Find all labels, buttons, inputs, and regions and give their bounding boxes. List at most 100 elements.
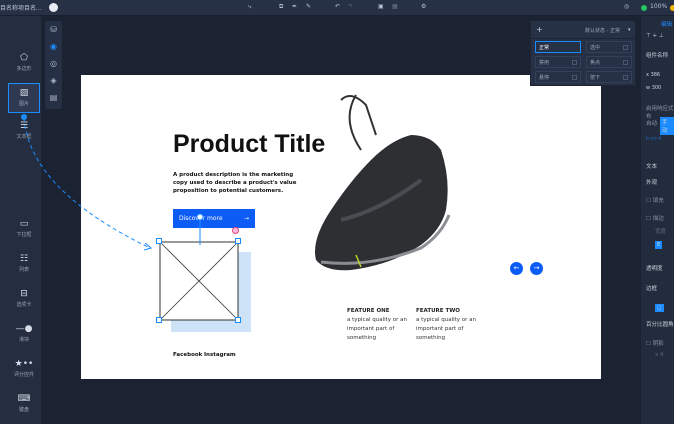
align-icons[interactable]: ⊤ + ⊥	[646, 33, 664, 39]
dropdown-icon: ▭	[19, 219, 29, 229]
pentagon-icon: ⬠	[20, 53, 28, 63]
fill-option[interactable]: ☐ 填充	[646, 196, 664, 204]
pencil-icon[interactable]: ✎	[306, 3, 311, 10]
auto-button[interactable]: 自动	[646, 119, 657, 127]
widget-image[interactable]: ▨ 图片	[8, 83, 40, 113]
rating-icon: ★••	[14, 359, 34, 369]
shadow-option[interactable]: ☐ 阴影	[646, 339, 664, 347]
resize-handle[interactable]	[156, 317, 162, 323]
widget-keyboard[interactable]: ⌨ 键盘	[8, 393, 40, 413]
chevron-down-icon: ▾	[628, 27, 631, 33]
feature-text: a typical quality or an important part o…	[416, 317, 477, 341]
facebook-link[interactable]: Facebook	[173, 352, 202, 358]
project-name[interactable]: 目名称项目名...	[0, 3, 42, 12]
arrow-right-icon: →	[533, 264, 540, 272]
component-name-label: 组件名称	[646, 53, 669, 59]
user-avatar[interactable]	[670, 5, 674, 11]
state-focus[interactable]: 焦点	[586, 56, 632, 68]
state-selector[interactable]: 默认状态 - 正常	[585, 27, 620, 34]
database-icon[interactable]: ⛁	[45, 21, 62, 38]
widget-dropdown[interactable]: ▭ 下拉框	[8, 218, 40, 238]
export-icon[interactable]: ⧉	[279, 3, 283, 11]
state-pressed[interactable]: 按下	[586, 71, 632, 83]
feature-title: FEATURE TWO	[416, 308, 460, 314]
widget-list[interactable]: ☷ 列表	[8, 253, 40, 273]
width-label: 宽度	[655, 229, 667, 235]
arrow-right-icon: →	[243, 215, 249, 222]
layers-icon[interactable]: ◈	[45, 72, 62, 89]
prev-button[interactable]: ←	[510, 262, 523, 275]
product-title[interactable]: Product Title	[173, 130, 325, 159]
add-state-icon[interactable]: +	[536, 25, 543, 34]
checkbox[interactable]	[623, 60, 628, 65]
discover-more-button[interactable]: Discover more →	[173, 209, 255, 228]
text-section: 文本	[646, 164, 658, 170]
connector-icon[interactable]: ⤷	[248, 3, 251, 11]
widget-slider[interactable]: —● 滑块	[8, 323, 40, 343]
tab-edit[interactable]: 编辑	[661, 20, 672, 28]
feature-title: FEATURE ONE	[347, 308, 390, 314]
w-field[interactable]: w 300	[646, 85, 661, 91]
status-icon	[641, 5, 647, 11]
appearance-section: 外观	[646, 180, 658, 186]
frame-icon[interactable]: ▣	[378, 3, 384, 10]
corner-button[interactable]: ◻	[655, 304, 664, 312]
list-icon: ☷	[19, 254, 29, 264]
components-icon[interactable]: ◉	[45, 38, 62, 55]
widget-tabs[interactable]: ⊟ 选项卡	[8, 288, 40, 308]
opacity-label: 透明度	[646, 266, 663, 272]
resize-handle[interactable]	[156, 238, 162, 244]
pen-icon[interactable]: ✒	[292, 3, 297, 10]
x-field[interactable]: x 386	[646, 72, 660, 78]
feature-one: FEATURE ONE a typical quality or an impo…	[347, 308, 407, 343]
widget-textbox[interactable]: ☰ 文本框	[8, 120, 40, 140]
checkbox[interactable]	[572, 60, 577, 65]
stroke-style-button[interactable]: E	[655, 241, 663, 249]
image-icon: ▨	[19, 88, 29, 98]
state-normal[interactable]: 正常	[535, 41, 581, 53]
properties-panel: 编辑 ⊤ + ⊥ 组件名称 x 386 w 300 启用响应式布 自动 手动 ⊢…	[641, 16, 674, 424]
artboard[interactable]: Product Title A product description is t…	[81, 75, 601, 379]
top-toolbar: 目名称项目名... ⤷ ⧉ ✒ ✎ ↶ ↷ ▣ ▦ ⚙ ◎ 100%	[0, 0, 674, 16]
checkbox[interactable]	[623, 45, 628, 50]
tool-strip: ⛁ ◉ ◎ ◈ ▤	[45, 21, 62, 109]
slider-icon: —●	[15, 324, 33, 334]
tabs-icon: ⊟	[20, 289, 28, 299]
shoe-image[interactable]	[311, 90, 456, 275]
widget-sidebar: ⬠ 多边形 ▨ 图片 ☰ 文本框 ▭ 下拉框 ☷ 列表 ⊟ 选项卡 —● 滑块 ★•• 评分控件…	[0, 16, 42, 424]
undo-icon[interactable]: ↶	[335, 3, 340, 10]
state-hover[interactable]: 悬停	[535, 71, 581, 83]
resize-handle[interactable]	[235, 317, 241, 323]
manual-button[interactable]: 手动	[660, 117, 674, 135]
feature-two: FEATURE TWO a typical quality or an impo…	[416, 308, 476, 343]
checkbox[interactable]	[572, 75, 577, 80]
stroke-option[interactable]: ☐ 描边	[646, 214, 664, 222]
preview-icon[interactable]: ◎	[624, 3, 629, 10]
settings-icon[interactable]: ⚙	[421, 3, 426, 10]
shadow-x-field[interactable]: x 4	[655, 352, 664, 358]
state-popup: + 默认状态 - 正常 ▾ 正常 选中 禁用 焦点 悬停 按下	[530, 20, 636, 86]
next-button[interactable]: →	[530, 262, 543, 275]
grid-icon[interactable]: ▦	[392, 3, 398, 10]
state-disabled[interactable]: 禁用	[535, 56, 581, 68]
radius-label: 百分比圆角	[646, 322, 674, 328]
widget-polygon[interactable]: ⬠ 多边形	[8, 52, 40, 72]
constraint-icon[interactable]: ⊢▭⊣	[646, 136, 661, 142]
checkbox[interactable]	[623, 75, 628, 80]
product-description[interactable]: A product description is the marketing c…	[173, 171, 303, 195]
redo-icon[interactable]: ↷	[348, 3, 353, 10]
zoom-level[interactable]: 100%	[650, 3, 667, 10]
image-placeholder[interactable]	[159, 241, 239, 321]
pages-icon[interactable]: ▤	[45, 89, 62, 106]
logo-icon[interactable]	[49, 3, 58, 12]
rotate-handle[interactable]	[232, 227, 239, 234]
keyboard-icon: ⌨	[17, 394, 31, 404]
resize-handle[interactable]	[235, 238, 241, 244]
state-selected[interactable]: 选中	[586, 41, 632, 53]
arrow-left-icon: ←	[513, 264, 520, 272]
instagram-link[interactable]: Instagram	[204, 352, 236, 358]
feature-text: a typical quality or an important part o…	[347, 317, 408, 341]
border-label: 边框	[646, 286, 658, 292]
assets-icon[interactable]: ◎	[45, 55, 62, 72]
widget-rating[interactable]: ★•• 评分控件	[8, 358, 40, 378]
